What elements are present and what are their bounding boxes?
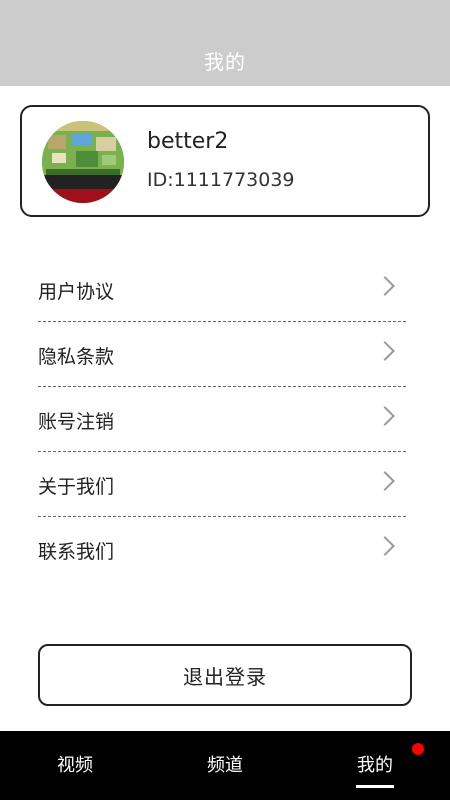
menu-item-label: 账号注销: [38, 411, 115, 433]
profile-card[interactable]: better2 ID:1111773039: [20, 105, 430, 217]
menu-item-delete-account[interactable]: 账号注销: [38, 387, 406, 452]
menu-item-privacy-policy[interactable]: 隐私条款: [38, 322, 406, 387]
bottom-tab-bar: 视频 频道 我的: [0, 731, 450, 800]
chevron-right-icon: [375, 276, 395, 296]
avatar[interactable]: [42, 121, 124, 203]
tab-videos[interactable]: 视频: [57, 751, 93, 777]
page-title: 我的: [204, 50, 246, 74]
tab-mine[interactable]: 我的: [357, 751, 393, 777]
menu-item-label: 用户协议: [38, 281, 115, 303]
user-id: ID:1111773039: [147, 169, 295, 191]
menu-item-user-agreement[interactable]: 用户协议: [38, 257, 406, 322]
active-tab-indicator: [356, 785, 394, 788]
username: better2: [147, 129, 229, 154]
tab-channels[interactable]: 频道: [207, 751, 243, 777]
menu-item-about-us[interactable]: 关于我们: [38, 452, 406, 517]
top-header: 我的: [0, 0, 450, 86]
chevron-right-icon: [375, 406, 395, 426]
logout-button[interactable]: 退出登录: [38, 644, 412, 706]
avatar-image: [42, 121, 124, 203]
chevron-right-icon: [375, 536, 395, 556]
settings-menu: 用户协议 隐私条款 账号注销 关于我们 联系我们: [38, 257, 406, 581]
chevron-right-icon: [375, 471, 395, 491]
menu-item-label: 联系我们: [38, 541, 115, 563]
notification-dot-icon: [412, 743, 424, 755]
menu-item-label: 关于我们: [38, 476, 115, 498]
menu-item-label: 隐私条款: [38, 346, 115, 368]
chevron-right-icon: [375, 341, 395, 361]
menu-item-contact-us[interactable]: 联系我们: [38, 517, 406, 581]
